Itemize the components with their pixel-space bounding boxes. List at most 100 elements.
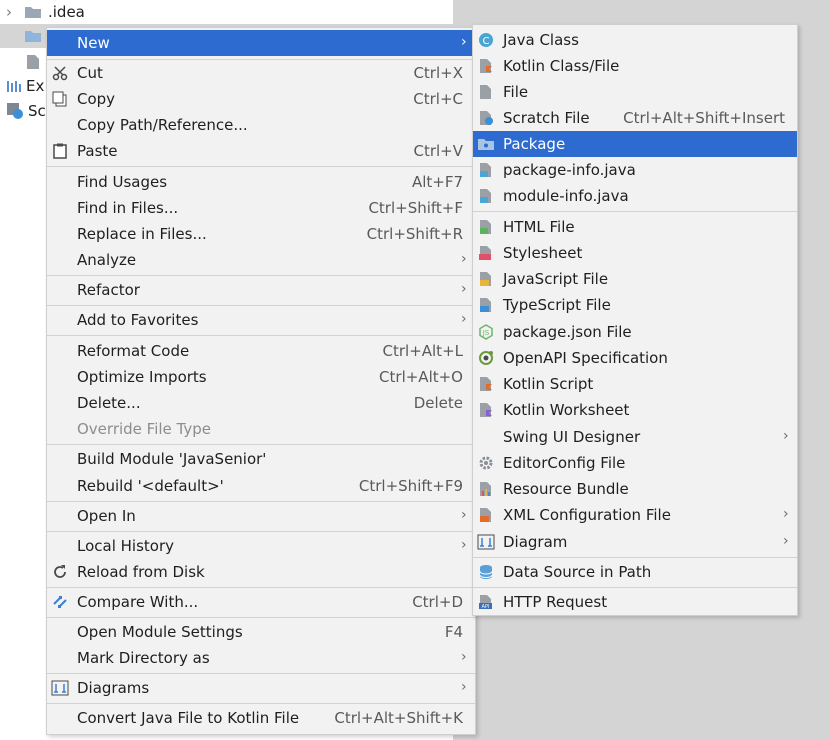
menu-item-mark-directory-as[interactable]: Mark Directory as › bbox=[47, 645, 475, 671]
menu-item-copy-path[interactable]: Copy Path/Reference... bbox=[47, 112, 475, 138]
menu-item-find-in-files[interactable]: Find in Files... Ctrl+Shift+F bbox=[47, 195, 475, 221]
menu-item-replace-in-files[interactable]: Replace in Files... Ctrl+Shift+R bbox=[47, 221, 475, 247]
css-file-icon bbox=[477, 244, 495, 262]
menu-item-html-file[interactable]: HTML File bbox=[473, 214, 797, 240]
menu-item-label: Override File Type bbox=[77, 420, 211, 438]
menu-separator bbox=[47, 335, 475, 336]
menu-item-kotlin-class[interactable]: Kotlin Class/File bbox=[473, 53, 797, 79]
menu-item-label: HTML File bbox=[503, 218, 575, 236]
menu-item-label: Convert Java File to Kotlin File bbox=[77, 709, 300, 727]
menu-item-new[interactable]: New › bbox=[47, 30, 475, 56]
tree-row-file[interactable] bbox=[26, 50, 40, 74]
clipboard-icon bbox=[51, 142, 69, 160]
menu-item-package[interactable]: Package bbox=[473, 131, 797, 157]
menu-item-data-source-in-path[interactable]: Data Source in Path bbox=[473, 559, 797, 585]
menu-item-stylesheet[interactable]: Stylesheet bbox=[473, 240, 797, 266]
menu-item-rebuild[interactable]: Rebuild '<default>' Ctrl+Shift+F9 bbox=[47, 473, 475, 499]
menu-item-add-to-favorites[interactable]: Add to Favorites › bbox=[47, 307, 475, 333]
library-icon bbox=[7, 81, 21, 92]
scratches-icon bbox=[7, 103, 23, 119]
menu-item-reformat-code[interactable]: Reformat Code Ctrl+Alt+L bbox=[47, 338, 475, 364]
menu-item-reload-from-disk[interactable]: Reload from Disk bbox=[47, 559, 475, 585]
menu-item-scratch-file[interactable]: Scratch File Ctrl+Alt+Shift+Insert bbox=[473, 105, 797, 131]
tree-row-scratches[interactable]: Sc bbox=[6, 99, 46, 123]
menu-item-xml-configuration[interactable]: XML Configuration File › bbox=[473, 502, 797, 528]
menu-item-cut[interactable]: Cut Ctrl+X bbox=[47, 60, 475, 86]
tree-row-source[interactable] bbox=[24, 24, 42, 48]
tree-row-idea[interactable]: › .idea bbox=[6, 0, 85, 24]
menu-item-module-info[interactable]: module-info.java bbox=[473, 183, 797, 209]
menu-item-label: Scratch File bbox=[503, 109, 590, 127]
svg-text:JS: JS bbox=[482, 329, 490, 337]
menu-item-label: package-info.java bbox=[503, 161, 636, 179]
menu-item-paste[interactable]: Paste Ctrl+V bbox=[47, 138, 475, 164]
menu-item-kotlin-script[interactable]: Kotlin Script bbox=[473, 371, 797, 397]
menu-item-label: Refactor bbox=[77, 281, 140, 299]
menu-item-shortcut: Alt+F7 bbox=[411, 173, 463, 191]
menu-item-label: Kotlin Script bbox=[503, 375, 594, 393]
menu-item-open-in[interactable]: Open In › bbox=[47, 503, 475, 529]
menu-item-label: Reformat Code bbox=[77, 342, 190, 360]
menu-item-package-json[interactable]: JS package.json File bbox=[473, 319, 797, 345]
menu-item-analyze[interactable]: Analyze › bbox=[47, 247, 475, 273]
menu-item-copy[interactable]: Copy Ctrl+C bbox=[47, 86, 475, 112]
menu-item-label: Delete... bbox=[77, 394, 141, 412]
compare-icon bbox=[51, 593, 69, 611]
chevron-right-icon: › bbox=[783, 506, 789, 522]
menu-separator bbox=[47, 531, 475, 532]
menu-item-find-usages[interactable]: Find Usages Alt+F7 bbox=[47, 169, 475, 195]
folder-icon bbox=[25, 31, 41, 42]
menu-item-label: Copy bbox=[77, 90, 116, 108]
menu-item-refactor[interactable]: Refactor › bbox=[47, 277, 475, 303]
menu-item-typescript-file[interactable]: TypeScript File bbox=[473, 292, 797, 318]
chevron-right-icon: › bbox=[461, 34, 467, 50]
menu-item-label: Open Module Settings bbox=[77, 623, 243, 641]
menu-item-file[interactable]: File bbox=[473, 79, 797, 105]
menu-item-kotlin-worksheet[interactable]: Kotlin Worksheet bbox=[473, 397, 797, 423]
tree-row-external-libraries[interactable]: Ex bbox=[6, 74, 44, 98]
new-submenu: C Java Class Kotlin Class/File File Scra… bbox=[472, 24, 798, 616]
menu-item-swing-ui-designer[interactable]: Swing UI Designer › bbox=[473, 424, 797, 450]
diagram-icon bbox=[477, 533, 495, 551]
chevron-right-icon: › bbox=[461, 649, 467, 665]
menu-separator bbox=[473, 557, 797, 558]
menu-item-resource-bundle[interactable]: Resource Bundle bbox=[473, 476, 797, 502]
menu-item-compare-with[interactable]: Compare With... Ctrl+D bbox=[47, 589, 475, 615]
menu-item-convert-to-kotlin[interactable]: Convert Java File to Kotlin File Ctrl+Al… bbox=[47, 705, 475, 731]
menu-item-label: Diagram bbox=[503, 533, 568, 551]
menu-item-http-request[interactable]: API HTTP Request bbox=[473, 589, 797, 615]
svg-text:C: C bbox=[483, 36, 490, 47]
menu-separator bbox=[47, 275, 475, 276]
menu-item-open-module-settings[interactable]: Open Module Settings F4 bbox=[47, 619, 475, 645]
menu-item-label: Reload from Disk bbox=[77, 563, 205, 581]
menu-item-override-file-type: Override File Type bbox=[47, 416, 475, 442]
menu-item-local-history[interactable]: Local History › bbox=[47, 533, 475, 559]
database-icon bbox=[477, 563, 495, 581]
menu-item-diagram[interactable]: Diagram › bbox=[473, 529, 797, 555]
menu-item-delete[interactable]: Delete... Delete bbox=[47, 390, 475, 416]
menu-item-shortcut: F4 bbox=[444, 623, 463, 641]
menu-item-label: Add to Favorites bbox=[77, 311, 199, 329]
svg-text:API: API bbox=[482, 604, 490, 610]
menu-item-build-module[interactable]: Build Module 'JavaSenior' bbox=[47, 446, 475, 472]
context-menu: New › Cut Ctrl+X Copy Ctrl+C Copy Path/R… bbox=[46, 27, 476, 735]
tree-item-label: Sc bbox=[28, 102, 46, 120]
menu-item-package-info[interactable]: package-info.java bbox=[473, 157, 797, 183]
menu-item-label: Analyze bbox=[77, 251, 137, 269]
menu-separator bbox=[47, 617, 475, 618]
chevron-right-icon: › bbox=[461, 679, 467, 695]
menu-item-editorconfig[interactable]: EditorConfig File bbox=[473, 450, 797, 476]
menu-item-label: Build Module 'JavaSenior' bbox=[77, 450, 267, 468]
menu-item-java-class[interactable]: C Java Class bbox=[473, 27, 797, 53]
menu-item-openapi[interactable]: OpenAPI Specification bbox=[473, 345, 797, 371]
menu-item-label: Replace in Files... bbox=[77, 225, 207, 243]
menu-item-label: TypeScript File bbox=[503, 296, 611, 314]
chevron-right-icon[interactable]: › bbox=[6, 3, 20, 21]
menu-item-optimize-imports[interactable]: Optimize Imports Ctrl+Alt+O bbox=[47, 364, 475, 390]
menu-separator bbox=[47, 501, 475, 502]
xml-file-icon bbox=[477, 506, 495, 524]
menu-item-label: package.json File bbox=[503, 323, 632, 341]
menu-item-diagrams[interactable]: Diagrams › bbox=[47, 675, 475, 701]
menu-item-label: New bbox=[77, 34, 110, 52]
menu-item-javascript-file[interactable]: JavaScript File bbox=[473, 266, 797, 292]
